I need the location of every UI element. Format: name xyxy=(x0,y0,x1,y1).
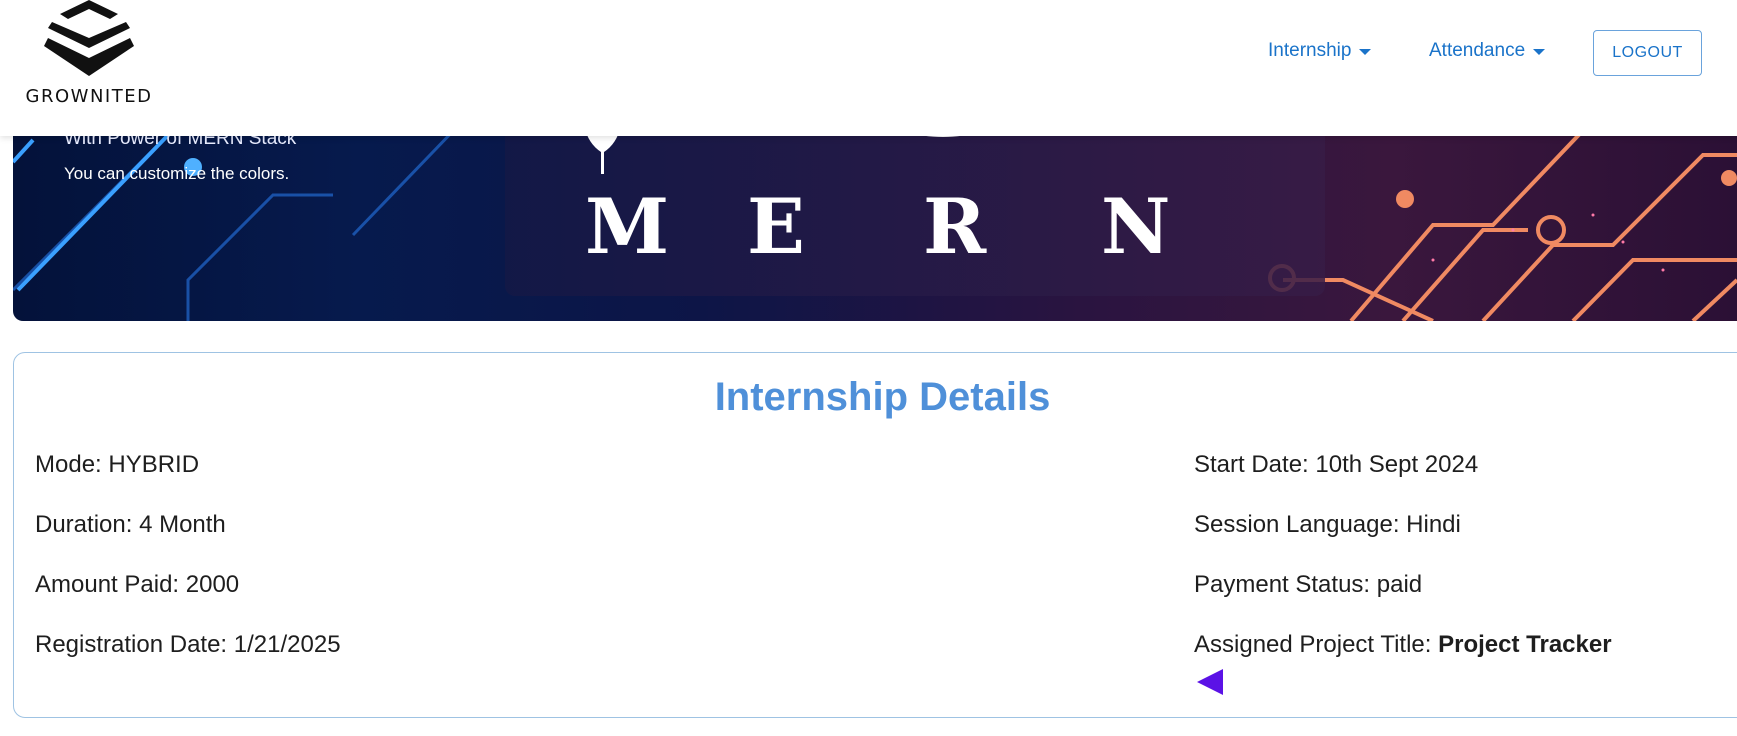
mern-letter-r: R xyxy=(923,182,987,271)
detail-value: HYBRID xyxy=(108,451,200,478)
internship-details-card: Internship Details Mode: HYBRID Duration… xyxy=(13,352,1737,718)
detail-label: Assigned Project Title: xyxy=(1194,631,1432,658)
detail-value: 2000 xyxy=(185,571,240,598)
detail-payment-status: Payment Status: paid xyxy=(1194,571,1422,599)
detail-value: Hindi xyxy=(1406,511,1461,538)
detail-label: Session Language: xyxy=(1194,511,1400,538)
detail-session-language: Session Language: Hindi xyxy=(1194,511,1461,539)
detail-label: Mode: xyxy=(35,451,102,478)
back-arrow-icon[interactable] xyxy=(1197,669,1223,695)
detail-value: 4 Month xyxy=(139,511,226,538)
detail-project-title: Assigned Project Title: Project Tracker xyxy=(1194,631,1612,659)
logout-button[interactable]: LOGOUT xyxy=(1593,30,1702,76)
top-navbar: GROWNITED Internship Attendance LOGOUT xyxy=(0,0,1737,136)
mern-letter-e: E xyxy=(747,182,805,271)
detail-label: Registration Date: xyxy=(35,631,228,658)
caret-down-icon xyxy=(1359,49,1372,55)
detail-amount-paid: Amount Paid: 2000 xyxy=(35,571,239,599)
detail-mode: Mode: HYBRID xyxy=(35,451,199,479)
detail-value: 10th Sept 2024 xyxy=(1315,451,1479,478)
mern-letter-n: N xyxy=(1101,182,1171,271)
detail-label: Payment Status: xyxy=(1194,571,1371,598)
detail-value: paid xyxy=(1376,571,1423,598)
detail-label: Start Date: xyxy=(1194,451,1309,478)
chevron-logo-icon xyxy=(44,0,134,76)
nav-attendance-dropdown[interactable]: Attendance xyxy=(1429,40,1546,62)
nav-attendance-label: Attendance xyxy=(1429,40,1526,61)
detail-label: Amount Paid: xyxy=(35,571,180,598)
brand-logo[interactable]: GROWNITED xyxy=(0,0,178,120)
brand-name: GROWNITED xyxy=(25,86,153,107)
detail-value: Project Tracker xyxy=(1438,631,1612,658)
detail-start-date: Start Date: 10th Sept 2024 xyxy=(1194,451,1478,479)
nav-internship-label: Internship xyxy=(1268,40,1352,61)
card-title: Internship Details xyxy=(714,375,1051,419)
nav-internship-dropdown[interactable]: Internship xyxy=(1268,40,1372,62)
banner-note: You can customize the colors. xyxy=(64,164,290,183)
detail-duration: Duration: 4 Month xyxy=(35,511,226,539)
detail-registration-date: Registration Date: 1/21/2025 xyxy=(35,631,341,659)
detail-value: 1/21/2025 xyxy=(233,631,341,658)
mern-letter-m: M xyxy=(585,182,670,271)
caret-down-icon xyxy=(1533,49,1546,55)
detail-label: Duration: xyxy=(35,511,133,538)
